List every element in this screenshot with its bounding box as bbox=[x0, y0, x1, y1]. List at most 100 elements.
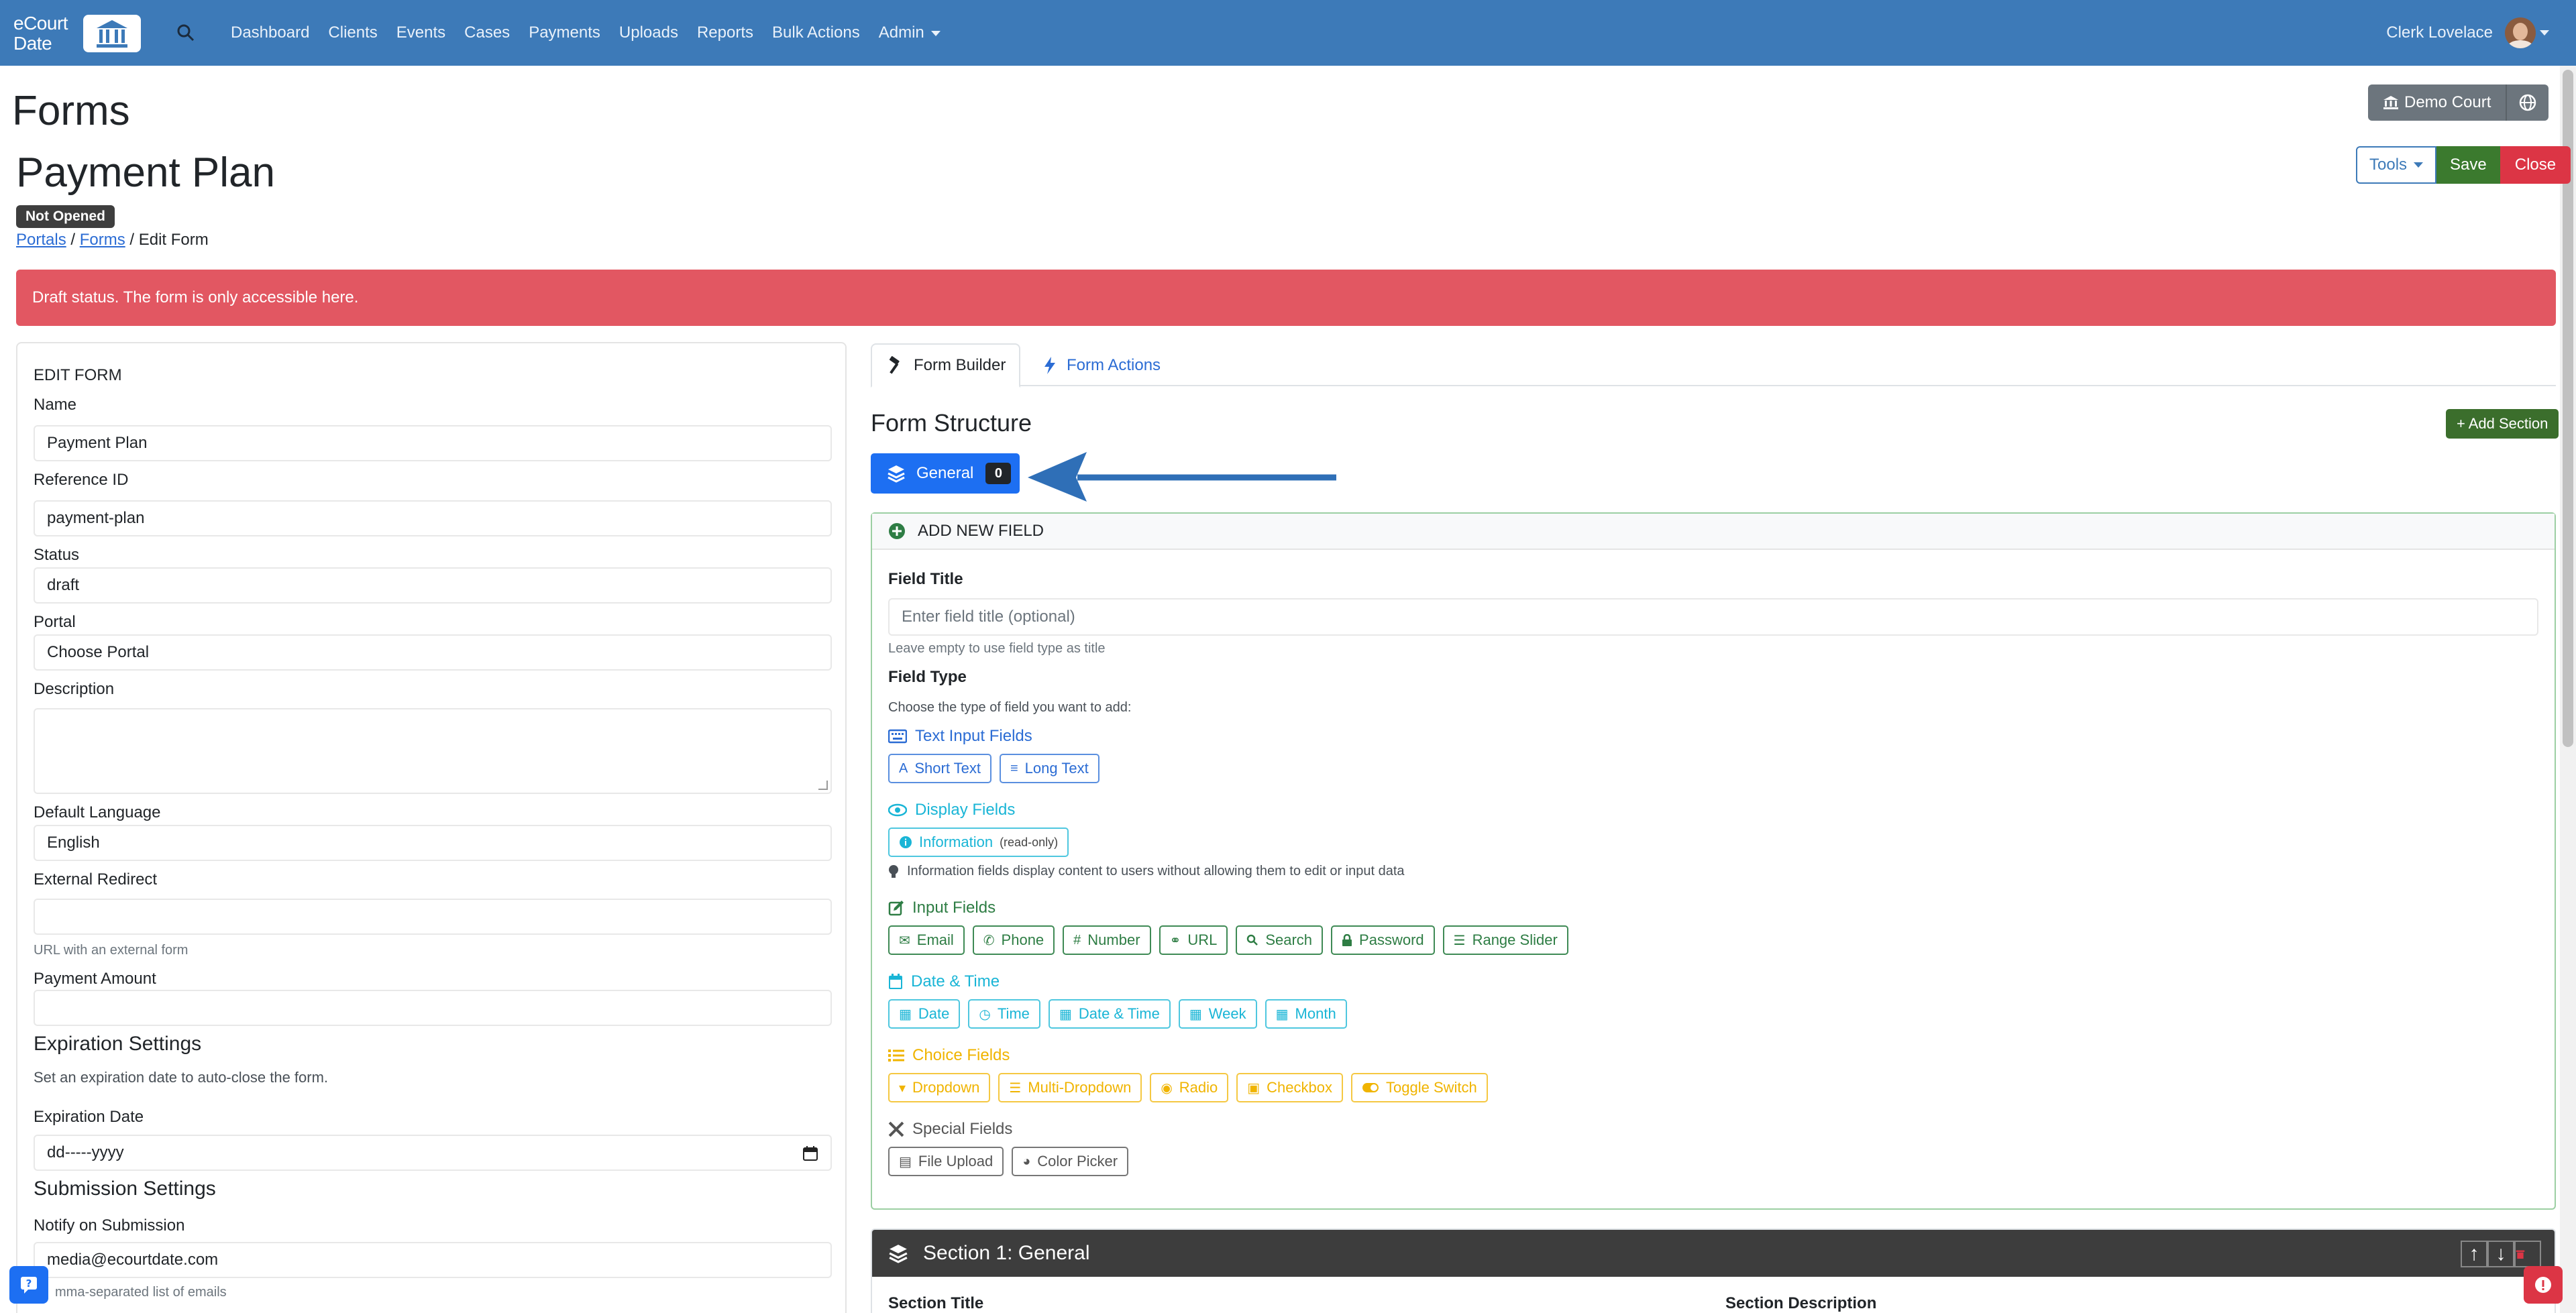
special-fields-title: Special Fields bbox=[912, 1120, 1013, 1138]
add-section-button[interactable]: + Add Section bbox=[2446, 409, 2559, 439]
phone-label: Phone bbox=[1001, 931, 1044, 948]
close-button[interactable]: Close bbox=[2500, 146, 2571, 184]
breadcrumb-forms[interactable]: Forms bbox=[80, 231, 125, 249]
url-button[interactable]: ⚭ URL bbox=[1159, 925, 1228, 955]
delete-section-button[interactable] bbox=[2514, 1241, 2541, 1267]
resize-handle[interactable] bbox=[818, 781, 828, 790]
range-slider-button[interactable]: ☰ Range Slider bbox=[1442, 925, 1568, 955]
name-field[interactable]: Payment Plan bbox=[34, 425, 832, 461]
date-time-title: Date & Time bbox=[911, 972, 1000, 990]
user-menu[interactable]: Clerk Lovelace bbox=[2386, 17, 2549, 48]
nav-uploads[interactable]: Uploads bbox=[619, 23, 678, 42]
calendar-icon[interactable] bbox=[802, 1145, 818, 1161]
notify-field[interactable]: media@ecourtdate.com bbox=[34, 1242, 832, 1278]
color-picker-label: Color Picker bbox=[1037, 1153, 1118, 1169]
help-chat-button[interactable]: ? bbox=[9, 1266, 48, 1304]
radio-button[interactable]: ◉ Radio bbox=[1150, 1073, 1229, 1102]
page-scrollbar[interactable] bbox=[2560, 66, 2576, 1313]
external-redirect-field[interactable] bbox=[34, 899, 832, 935]
nav-reports[interactable]: Reports bbox=[697, 23, 753, 42]
draft-alert: Draft status. The form is only accessibl… bbox=[16, 270, 2556, 326]
date-button[interactable]: ▦ Date bbox=[888, 999, 961, 1029]
nav-events[interactable]: Events bbox=[396, 23, 445, 42]
default-language-select[interactable]: English bbox=[34, 825, 832, 861]
default-language-label: Default Language bbox=[34, 803, 161, 821]
multi-dropdown-button[interactable]: ☰ Multi-Dropdown bbox=[998, 1073, 1142, 1102]
readonly-hint: (read-only) bbox=[1000, 835, 1059, 849]
field-title-input[interactable]: Enter field title (optional) bbox=[888, 598, 2538, 636]
link-icon: ⚭ bbox=[1169, 933, 1181, 948]
save-button[interactable]: Save bbox=[2436, 146, 2500, 184]
phone-button[interactable]: ✆ Phone bbox=[972, 925, 1055, 955]
nav-bulk-actions[interactable]: Bulk Actions bbox=[772, 23, 860, 42]
nav-payments[interactable]: Payments bbox=[529, 23, 600, 42]
color-picker-button[interactable]: ◕ Color Picker bbox=[1012, 1147, 1129, 1176]
font-icon: A bbox=[899, 760, 908, 776]
move-up-button[interactable]: ↑ bbox=[2461, 1241, 2487, 1267]
nav-cases[interactable]: Cases bbox=[464, 23, 510, 42]
general-section-button[interactable]: General 0 bbox=[871, 453, 1020, 494]
field-title-label: Field Title bbox=[888, 570, 963, 588]
range-slider-label: Range Slider bbox=[1472, 931, 1558, 948]
month-label: Month bbox=[1295, 1005, 1336, 1022]
tab-form-builder[interactable]: Form Builder bbox=[871, 343, 1021, 388]
reference-id-label: Reference ID bbox=[34, 471, 129, 489]
demo-court-button[interactable]: Demo Court bbox=[2368, 84, 2508, 121]
week-button[interactable]: ▦ Week bbox=[1178, 999, 1257, 1029]
portal-label: Portal bbox=[34, 613, 76, 631]
add-new-field-header[interactable]: ADD NEW FIELD bbox=[872, 514, 2555, 550]
status-select[interactable]: draft bbox=[34, 567, 832, 604]
payment-amount-field[interactable] bbox=[34, 990, 832, 1026]
email-button[interactable]: ✉ Email bbox=[888, 925, 965, 955]
tools-dropdown-button[interactable]: Tools bbox=[2356, 146, 2437, 184]
month-button[interactable]: ▦ Month bbox=[1265, 999, 1347, 1029]
info-circle-icon bbox=[899, 836, 912, 849]
radio-label: Radio bbox=[1179, 1079, 1218, 1096]
number-button[interactable]: # Number bbox=[1063, 925, 1151, 955]
search-field-label: Search bbox=[1265, 931, 1313, 948]
breadcrumb-sep: / bbox=[129, 231, 135, 249]
alert-button[interactable] bbox=[2524, 1266, 2563, 1304]
app-logo[interactable]: eCourt Date bbox=[13, 12, 141, 54]
move-down-button[interactable]: ↓ bbox=[2487, 1241, 2514, 1267]
breadcrumb-portals[interactable]: Portals bbox=[16, 231, 66, 249]
information-button[interactable]: Information (read-only) bbox=[888, 827, 1069, 857]
search-field-button[interactable]: Search bbox=[1236, 925, 1324, 955]
nav-admin-dropdown[interactable]: Admin bbox=[879, 23, 941, 42]
password-button[interactable]: Password bbox=[1331, 925, 1435, 955]
long-text-button[interactable]: ≡ Long Text bbox=[1000, 754, 1099, 783]
calendar-month-icon: ▦ bbox=[1275, 1007, 1289, 1022]
expiration-help: Set an expiration date to auto-close the… bbox=[34, 1069, 329, 1086]
expiration-date-field[interactable]: dd-----yyyy bbox=[34, 1135, 832, 1171]
globe-button[interactable] bbox=[2507, 84, 2549, 121]
reference-id-field[interactable]: payment-plan bbox=[34, 500, 832, 536]
dropdown-button[interactable]: ▾ Dropdown bbox=[888, 1073, 991, 1102]
special-fields-heading: Special Fields bbox=[888, 1120, 1012, 1139]
lightbulb-icon bbox=[889, 864, 898, 878]
logo-text: eCourt Date bbox=[13, 13, 68, 54]
tab-form-actions[interactable]: Form Actions bbox=[1029, 343, 1174, 388]
eye-icon bbox=[888, 803, 907, 817]
name-label: Name bbox=[34, 396, 77, 414]
search-icon bbox=[1246, 934, 1258, 946]
short-text-button[interactable]: A Short Text bbox=[888, 754, 991, 783]
email-label: Email bbox=[916, 931, 954, 948]
avatar bbox=[2505, 17, 2536, 48]
file-upload-button[interactable]: ▤ File Upload bbox=[888, 1147, 1004, 1176]
checkbox-button[interactable]: ▣ Checkbox bbox=[1236, 1073, 1344, 1102]
portal-select[interactable]: Choose Portal bbox=[34, 634, 832, 671]
choice-field-buttons: ▾ Dropdown ☰ Multi-Dropdown ◉ Radio ▣ Checkb… bbox=[888, 1073, 1488, 1102]
nav-clients[interactable]: Clients bbox=[328, 23, 377, 42]
date-and-time-button[interactable]: ▦ Date & Time bbox=[1048, 999, 1171, 1029]
time-button[interactable]: ◷ Time bbox=[968, 999, 1040, 1029]
expiration-date-value: dd-----yyyy bbox=[47, 1143, 124, 1161]
calendar-icon: ▦ bbox=[899, 1007, 912, 1022]
long-text-label: Long Text bbox=[1024, 760, 1089, 777]
globe-icon bbox=[2520, 94, 2536, 111]
toggle-switch-button[interactable]: Toggle Switch bbox=[1351, 1073, 1488, 1102]
search-icon[interactable] bbox=[176, 23, 196, 46]
list-icon bbox=[888, 1049, 904, 1062]
nav-dashboard[interactable]: Dashboard bbox=[231, 23, 309, 42]
bolt-icon bbox=[1044, 357, 1055, 374]
description-textarea[interactable] bbox=[34, 708, 832, 794]
